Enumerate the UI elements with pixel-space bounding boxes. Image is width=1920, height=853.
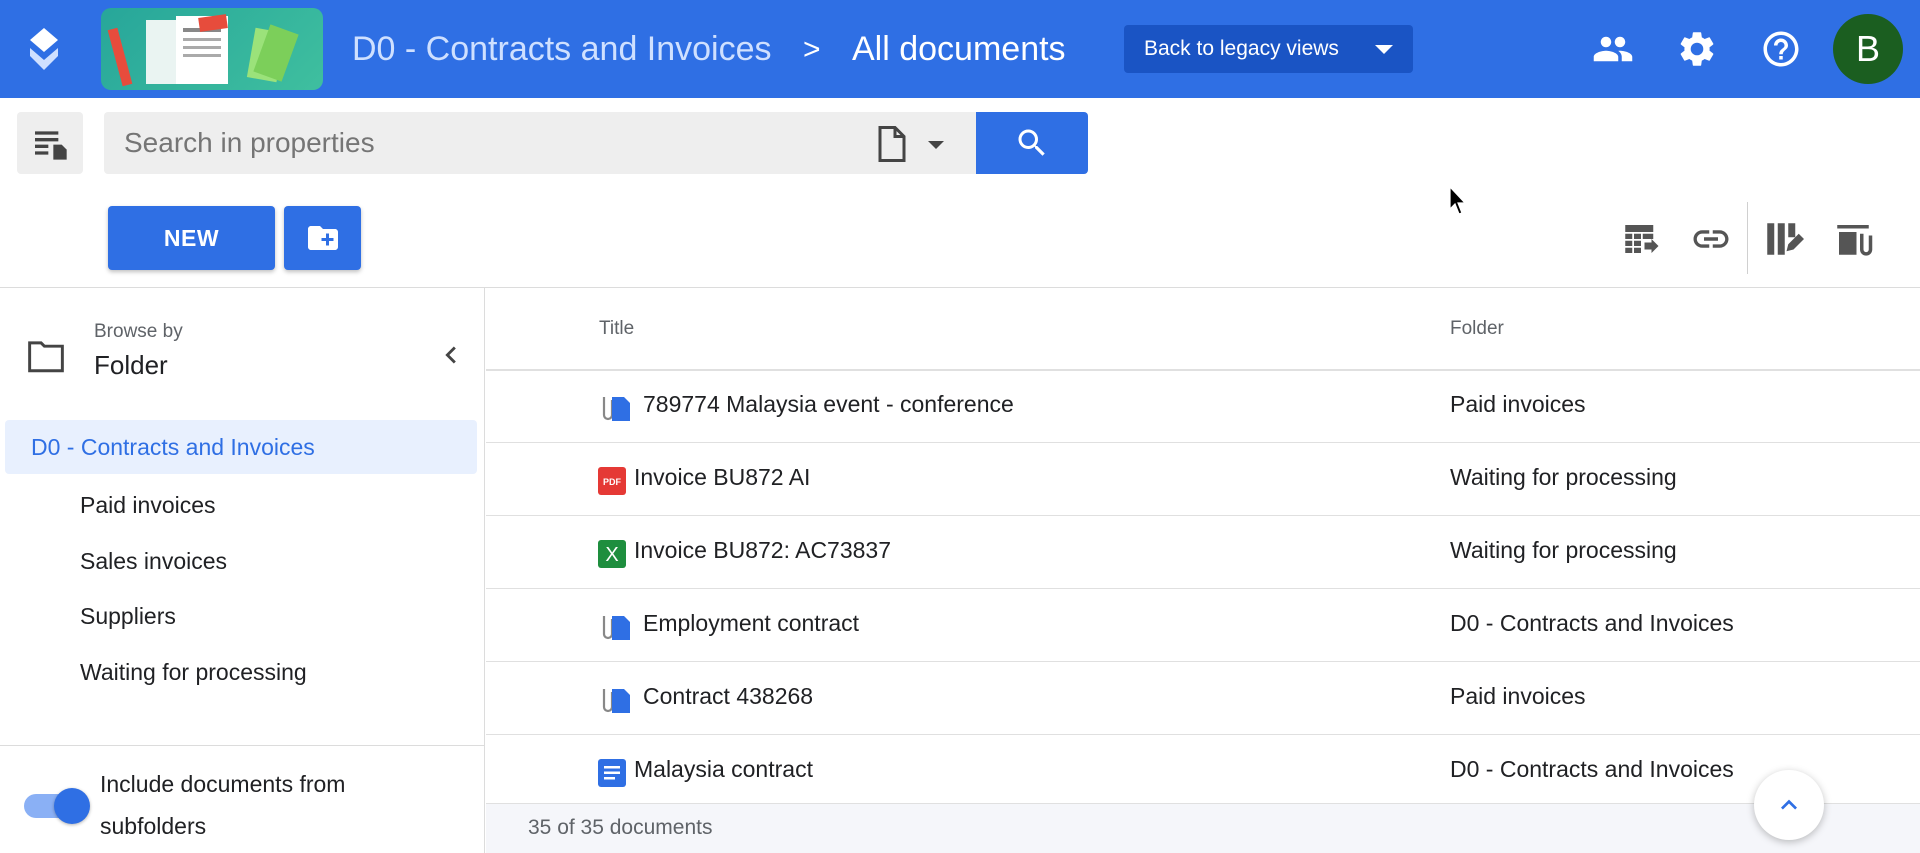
table-export-icon[interactable] xyxy=(1620,218,1662,260)
include-subfolders-label: Include documents from subfolders xyxy=(100,771,346,839)
chevron-down-icon xyxy=(928,141,944,149)
table-row[interactable]: 789774 Malaysia event - conference Paid … xyxy=(486,371,1920,443)
svg-text:PDF: PDF xyxy=(603,477,622,487)
row-title: Invoice BU872 AI xyxy=(634,464,811,490)
attachment-document-icon xyxy=(602,616,630,640)
table-row[interactable]: X Invoice BU872: AC73837 Waiting for pro… xyxy=(486,517,1920,589)
search-button[interactable] xyxy=(976,112,1088,174)
new-folder-button[interactable] xyxy=(284,206,361,270)
row-folder: Paid invoices xyxy=(1450,683,1586,709)
scroll-to-top-button[interactable] xyxy=(1754,770,1824,840)
table-row[interactable]: Employment contract D0 - Contracts and I… xyxy=(486,590,1920,662)
back-to-legacy-views-button[interactable]: Back to legacy views xyxy=(1124,25,1413,73)
chevron-left-icon[interactable] xyxy=(434,338,468,372)
sidebar-item-paid-invoices[interactable]: Paid invoices xyxy=(80,492,216,519)
link-icon[interactable] xyxy=(1690,218,1732,260)
row-folder: Paid invoices xyxy=(1450,391,1586,417)
breadcrumb-repository[interactable]: D0 - Contracts and Invoices xyxy=(352,29,772,69)
search-box xyxy=(104,112,976,174)
new-document-button[interactable]: NEW xyxy=(108,206,275,270)
help-icon[interactable] xyxy=(1760,28,1802,70)
row-folder: Waiting for processing xyxy=(1450,537,1677,563)
gear-icon[interactable] xyxy=(1676,28,1718,70)
browse-by-label: Browse by xyxy=(94,321,183,342)
mouse-cursor-icon xyxy=(1449,186,1467,215)
browse-by-value[interactable]: Folder xyxy=(94,350,168,381)
chevron-up-icon xyxy=(1781,799,1797,810)
drawer-toggle-button[interactable] xyxy=(17,112,83,174)
include-subfolders-toggle[interactable] xyxy=(24,786,90,826)
users-icon[interactable] xyxy=(1592,28,1634,70)
results-count: 35 of 35 documents xyxy=(528,816,713,839)
document-icon xyxy=(878,126,906,162)
sidebar-item-root[interactable]: D0 - Contracts and Invoices xyxy=(5,420,477,474)
edit-columns-icon[interactable] xyxy=(1762,218,1804,260)
browse-sidebar: Browse by Folder D0 - Contracts and Invo… xyxy=(0,288,485,853)
documents-table: Title Folder 789774 Malaysia event - con… xyxy=(486,288,1920,853)
document-type-picker[interactable] xyxy=(874,124,964,164)
row-title: Malaysia contract xyxy=(634,756,813,782)
svg-text:X: X xyxy=(605,544,618,566)
chevron-down-icon xyxy=(1375,45,1393,54)
sidebar-divider xyxy=(0,745,485,746)
table-row[interactable]: Malaysia contract D0 - Contracts and Inv… xyxy=(486,736,1920,803)
column-header-title[interactable]: Title xyxy=(599,318,634,340)
sidebar-item-waiting-for-processing[interactable]: Waiting for processing xyxy=(80,659,307,686)
search-input[interactable] xyxy=(124,112,844,174)
row-title: 789774 Malaysia event - conference xyxy=(643,391,1014,417)
top-bar: D0 - Contracts and Invoices > All docume… xyxy=(0,0,1920,98)
attachment-document-icon xyxy=(602,689,630,713)
toolbar-divider xyxy=(1747,202,1748,274)
legacy-button-label: Back to legacy views xyxy=(1144,37,1339,60)
breadcrumb-separator: > xyxy=(803,33,821,66)
row-folder: D0 - Contracts and Invoices xyxy=(1450,610,1734,636)
row-folder: Waiting for processing xyxy=(1450,464,1677,490)
repository-banner-image xyxy=(101,8,323,90)
excel-icon: X xyxy=(598,540,626,568)
pdf-icon: PDF xyxy=(598,467,626,495)
sidebar-item-sales-invoices[interactable]: Sales invoices xyxy=(80,548,227,575)
column-header-folder[interactable]: Folder xyxy=(1450,318,1504,340)
user-avatar[interactable]: B xyxy=(1833,14,1903,84)
sidebar-item-suppliers[interactable]: Suppliers xyxy=(80,603,176,630)
toggle-thumb xyxy=(54,788,90,824)
search-icon xyxy=(1018,129,1045,156)
app-logo-icon[interactable] xyxy=(26,26,62,72)
list-document-icon xyxy=(35,131,67,160)
row-title: Employment contract xyxy=(643,610,860,636)
row-title: Contract 438268 xyxy=(643,683,814,709)
text-document-icon xyxy=(598,759,626,787)
table-footer: 35 of 35 documents xyxy=(486,803,1920,853)
folder-icon xyxy=(28,341,64,373)
table-row[interactable]: Contract 438268 Paid invoices xyxy=(486,663,1920,735)
attachments-icon[interactable] xyxy=(1832,218,1874,260)
attachment-document-icon xyxy=(602,397,630,421)
row-folder: D0 - Contracts and Invoices xyxy=(1450,756,1734,782)
row-title: Invoice BU872: AC73837 xyxy=(634,537,892,563)
breadcrumb-current-view: All documents xyxy=(852,30,1066,68)
folder-add-icon xyxy=(307,226,338,250)
table-row[interactable]: PDF Invoice BU872 AI Waiting for process… xyxy=(486,444,1920,516)
